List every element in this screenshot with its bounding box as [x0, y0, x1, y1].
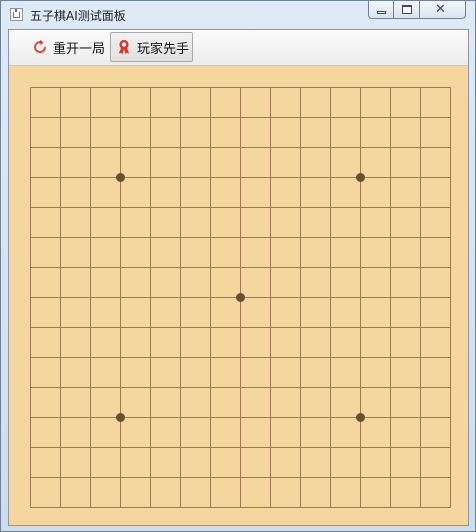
star-point [356, 413, 365, 422]
minimize-button[interactable] [368, 1, 394, 19]
java-app-icon[interactable] [10, 8, 23, 21]
player-first-button[interactable]: 玩家先手 [110, 32, 193, 62]
content-panel: 重开一局 玩家先手 [8, 29, 469, 526]
close-button[interactable]: ✕ [420, 1, 466, 19]
maximize-icon [402, 5, 412, 14]
toolbar: 重开一局 玩家先手 [9, 30, 468, 66]
ribbon-icon [116, 39, 132, 55]
gomoku-board[interactable] [9, 66, 468, 525]
player-first-label: 玩家先手 [137, 41, 190, 57]
star-point [356, 173, 365, 182]
restart-button[interactable]: 重开一局 [27, 32, 109, 62]
star-point [116, 173, 125, 182]
app-window: 五子棋AI测试面板 ✕ 重开一局 玩家先手 [0, 0, 476, 532]
title-bar[interactable]: 五子棋AI测试面板 ✕ [1, 1, 475, 29]
board-canvas[interactable] [9, 66, 468, 525]
maximize-button[interactable] [394, 1, 420, 19]
minimize-icon [377, 11, 386, 14]
star-point [116, 413, 125, 422]
restart-label: 重开一局 [53, 41, 106, 57]
close-icon: ✕ [435, 2, 446, 17]
restart-icon [32, 39, 48, 55]
window-title: 五子棋AI测试面板 [30, 9, 126, 23]
window-controls: ✕ [368, 1, 466, 20]
star-point [236, 293, 245, 302]
